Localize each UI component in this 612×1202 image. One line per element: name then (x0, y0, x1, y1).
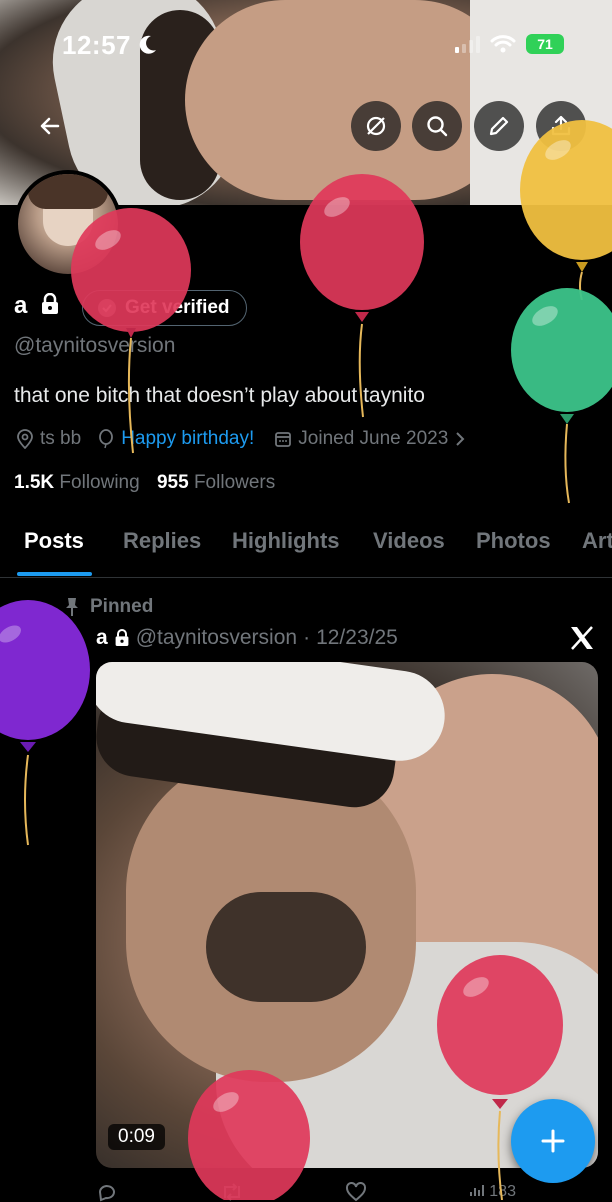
crossed-circle-icon (366, 116, 386, 136)
like-icon[interactable] (345, 1182, 367, 1202)
tab-videos[interactable]: Videos (373, 528, 445, 554)
status-indicators: 71 (455, 34, 564, 54)
reply-icon[interactable] (96, 1182, 118, 1202)
search-icon (427, 116, 448, 137)
video-duration: 0:09 (108, 1124, 165, 1150)
post-date: 12/23/25 (316, 626, 398, 649)
post-separator: · (303, 626, 311, 649)
tab-highlights[interactable]: Highlights (232, 528, 340, 554)
status-time: 12:57 (62, 30, 131, 60)
wifi-icon (490, 35, 516, 53)
profile-tabs: Posts Replies Highlights Videos Photos A… (0, 528, 612, 576)
x-logo-icon (568, 624, 596, 657)
back-arrow-icon (40, 117, 60, 135)
moon-icon (138, 34, 158, 61)
tab-art[interactable]: Art (582, 528, 612, 554)
lock-icon (42, 292, 59, 314)
profile-name: a (14, 292, 60, 320)
followers-link[interactable]: 955 Followers (157, 472, 275, 493)
pen-icon (489, 116, 509, 136)
balloon-red-icon (71, 208, 191, 454)
following-link[interactable]: 1.5K Following (14, 472, 140, 493)
chevron-right-icon[interactable] (454, 430, 466, 448)
balloon-purple-icon (0, 600, 90, 846)
balloon-red-icon (300, 174, 424, 418)
joined-date: Joined June 2023 (298, 428, 449, 449)
post-author[interactable]: a (96, 626, 108, 650)
tab-photos[interactable]: Photos (476, 528, 551, 554)
hide-button[interactable] (351, 101, 401, 151)
location-icon (17, 429, 33, 449)
tab-replies[interactable]: Replies (123, 528, 201, 554)
post-handle[interactable]: @taynitosversion (136, 626, 297, 650)
signal-icon (455, 35, 480, 53)
calendar-icon (275, 432, 292, 447)
back-button[interactable] (28, 104, 72, 148)
lock-icon (115, 629, 129, 646)
balloon-green-icon (511, 288, 612, 504)
follow-counts: 1.5K Following 955 Followers (14, 472, 275, 494)
balloon-red-icon (188, 1070, 310, 1200)
tabs-divider (0, 577, 612, 578)
post-header: a @taynitosversion · 12/23/25 (96, 626, 398, 650)
balloon-yellow-icon (520, 120, 612, 300)
active-tab-indicator (17, 572, 92, 576)
edit-button[interactable] (474, 101, 524, 151)
balloon-red-icon (437, 955, 563, 1200)
battery-indicator: 71 (526, 34, 564, 54)
tab-posts[interactable]: Posts (24, 528, 84, 554)
search-button[interactable] (412, 101, 462, 151)
